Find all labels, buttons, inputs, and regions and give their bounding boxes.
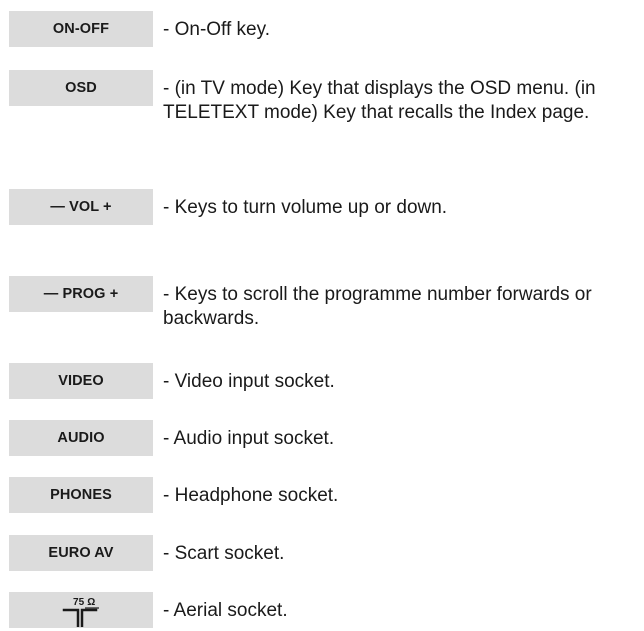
audio-key-label: AUDIO xyxy=(9,420,153,456)
vol-key-label: — VOL + xyxy=(9,189,153,225)
video-description: - Video input socket. xyxy=(163,371,335,392)
aerial-impedance-label: 75 Ω xyxy=(73,597,95,608)
aerial-description: - Aerial socket. xyxy=(163,600,288,621)
video-key-label: VIDEO xyxy=(9,363,153,399)
euro-av-description: - Scart socket. xyxy=(163,543,285,564)
phones-description: - Headphone socket. xyxy=(163,485,339,506)
osd-key-label: OSD xyxy=(9,70,153,106)
audio-description: - Audio input socket. xyxy=(163,428,335,449)
osd-description: - (in TV mode) Key that displays the OSD… xyxy=(163,78,596,123)
vol-description: - Keys to turn volume up or down. xyxy=(163,197,448,218)
aerial-key: 75 Ω xyxy=(9,592,153,628)
prog-key-label: — PROG + xyxy=(9,276,153,312)
phones-key-label: PHONES xyxy=(9,477,153,513)
aerial-socket-icon: 75 Ω xyxy=(62,597,99,627)
prog-description: - Keys to scroll the programme number fo… xyxy=(163,284,592,329)
euro-av-key-label: EURO AV xyxy=(9,535,153,571)
on-off-description: - On-Off key. xyxy=(163,19,270,40)
on-off-key-label: ON-OFF xyxy=(9,11,153,47)
